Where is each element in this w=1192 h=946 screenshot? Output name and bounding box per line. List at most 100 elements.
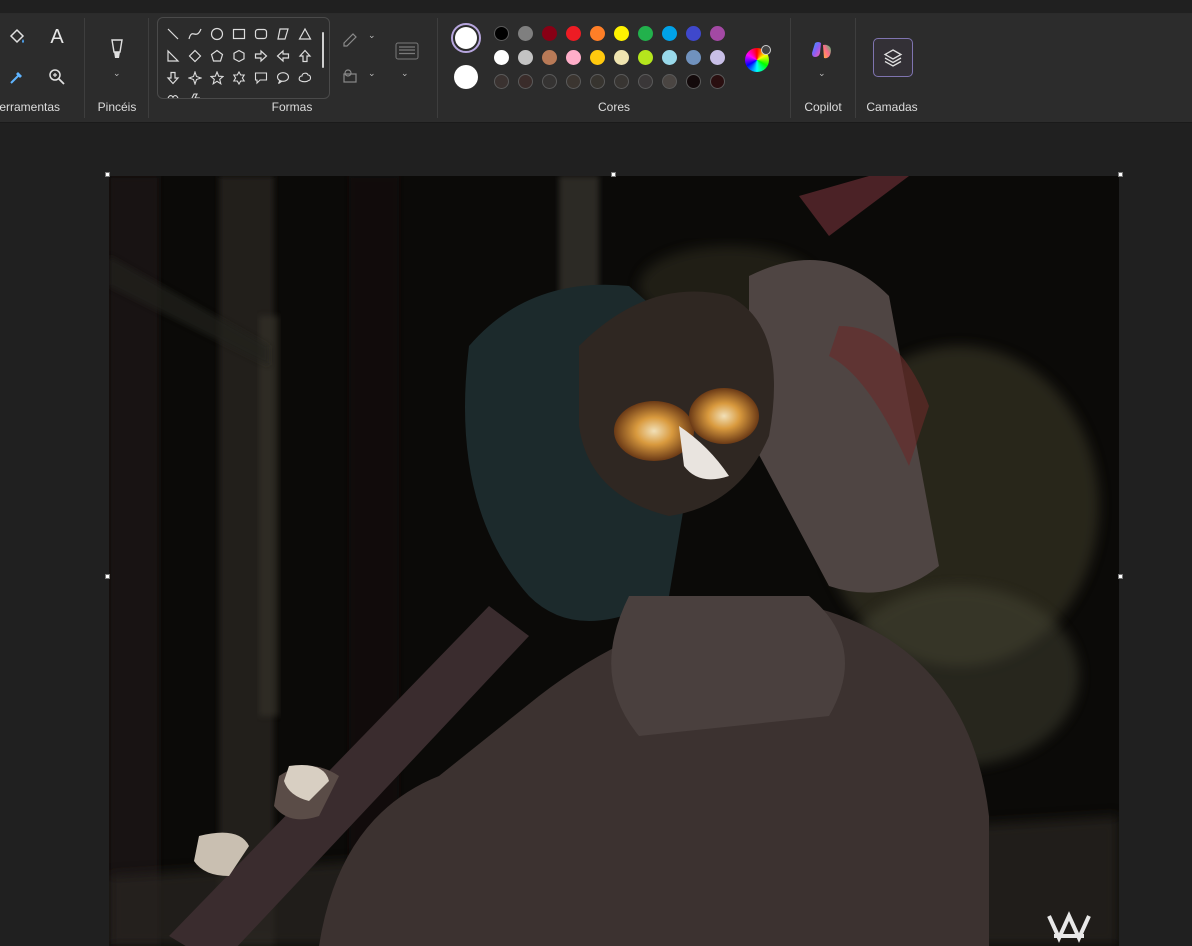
- color-swatch[interactable]: [542, 74, 557, 89]
- hexagon-shape-icon[interactable]: [229, 46, 249, 66]
- color-swatch[interactable]: [518, 74, 533, 89]
- right-triangle-shape-icon[interactable]: [163, 46, 183, 66]
- fill-chevron-down-icon[interactable]: ⌄: [368, 68, 376, 79]
- oval-callout-shape-icon[interactable]: [273, 68, 293, 88]
- five-point-star-shape-icon[interactable]: [207, 68, 227, 88]
- color-swatch[interactable]: [542, 50, 557, 65]
- fill-icon[interactable]: [338, 62, 362, 92]
- arm: [611, 596, 845, 736]
- diamond-shape-icon[interactable]: [185, 46, 205, 66]
- fill-bucket-icon[interactable]: [2, 22, 32, 52]
- color-swatch[interactable]: [590, 74, 605, 89]
- resize-handle-left[interactable]: [105, 574, 110, 579]
- cloud-callout-shape-icon[interactable]: [295, 68, 315, 88]
- polygon-shape-icon[interactable]: [273, 24, 293, 44]
- color-swatch[interactable]: [638, 74, 653, 89]
- six-point-star-shape-icon[interactable]: [229, 68, 249, 88]
- color-swatch[interactable]: [494, 26, 509, 41]
- outline-chevron-down-icon[interactable]: ⌄: [368, 30, 376, 41]
- magnifier-icon[interactable]: [42, 62, 72, 92]
- separator: [855, 18, 856, 118]
- color-swatch[interactable]: [686, 50, 701, 65]
- shapes-scrollbar[interactable]: [322, 32, 324, 68]
- plus-badge-icon: [761, 45, 771, 55]
- color-swatch[interactable]: [638, 26, 653, 41]
- color-swatch[interactable]: [494, 50, 509, 65]
- separator: [148, 18, 149, 118]
- color-swatch[interactable]: [710, 74, 725, 89]
- rounded-rectangle-shape-icon[interactable]: [251, 24, 271, 44]
- canvas-artwork[interactable]: [109, 176, 1119, 946]
- pentagon-shape-icon[interactable]: [207, 46, 227, 66]
- separator: [790, 18, 791, 118]
- color-swatch[interactable]: [566, 26, 581, 41]
- color-swatch[interactable]: [590, 50, 605, 65]
- resize-handle-top[interactable]: [611, 172, 616, 177]
- color-swatch[interactable]: [662, 74, 677, 89]
- artwork-image: [109, 176, 1119, 946]
- oval-shape-icon[interactable]: [207, 24, 227, 44]
- color-swatch[interactable]: [614, 26, 629, 41]
- brush-icon[interactable]: [102, 36, 132, 66]
- curve-shape-icon[interactable]: [185, 24, 205, 44]
- separator: [437, 18, 438, 118]
- shapes-group-label: Formas: [271, 100, 313, 114]
- primary-color-swatch: [455, 27, 477, 49]
- primary-color-selector[interactable]: [451, 23, 481, 53]
- color-swatch[interactable]: [614, 74, 629, 89]
- separator: [84, 18, 85, 118]
- brush-chevron-down-icon[interactable]: ⌄: [113, 68, 121, 79]
- color-swatch[interactable]: [494, 74, 509, 89]
- color-swatch[interactable]: [662, 50, 677, 65]
- left-arrow-shape-icon[interactable]: [273, 46, 293, 66]
- color-swatch[interactable]: [638, 50, 653, 65]
- triangle-shape-icon[interactable]: [295, 24, 315, 44]
- color-swatch[interactable]: [566, 74, 581, 89]
- copilot-icon[interactable]: [807, 36, 837, 66]
- copilot-group-label: Copilot: [804, 100, 842, 114]
- brushes-group-label: Pincéis: [97, 100, 137, 114]
- rectangle-shape-icon[interactable]: [229, 24, 249, 44]
- layers-icon: [883, 48, 903, 67]
- layers-group-label: Camadas: [866, 100, 918, 114]
- color-swatch[interactable]: [686, 26, 701, 41]
- line-size-chevron-down-icon[interactable]: ⌄: [401, 68, 409, 79]
- line-shape-icon[interactable]: [163, 24, 183, 44]
- color-swatch[interactable]: [518, 50, 533, 65]
- color-picker-icon[interactable]: [2, 62, 32, 92]
- color-swatch[interactable]: [614, 50, 629, 65]
- rectangular-callout-shape-icon[interactable]: [251, 68, 271, 88]
- color-swatch[interactable]: [518, 26, 533, 41]
- outline-icon[interactable]: [338, 24, 362, 54]
- edit-colors-icon[interactable]: [745, 45, 771, 72]
- lightning-shape-icon[interactable]: [185, 90, 205, 98]
- secondary-color-swatch[interactable]: [454, 65, 478, 89]
- layers-button[interactable]: [873, 38, 913, 77]
- title-strip: [0, 0, 1192, 14]
- line-size-icon[interactable]: [392, 36, 422, 66]
- four-point-star-shape-icon[interactable]: [185, 68, 205, 88]
- resize-handle-top-left[interactable]: [105, 172, 110, 177]
- down-arrow-shape-icon[interactable]: [163, 68, 183, 88]
- color-swatch[interactable]: [542, 26, 557, 41]
- colors-group-label: Cores: [597, 100, 630, 114]
- resize-handle-top-right[interactable]: [1118, 172, 1123, 177]
- text-tool-icon[interactable]: A: [42, 22, 72, 52]
- color-swatch[interactable]: [686, 74, 701, 89]
- copilot-chevron-down-icon[interactable]: ⌄: [818, 68, 826, 79]
- shapes-gallery: [157, 17, 330, 99]
- glowing-eye: [689, 388, 759, 444]
- color-swatch[interactable]: [710, 50, 725, 65]
- up-arrow-shape-icon[interactable]: [295, 46, 315, 66]
- color-swatch[interactable]: [710, 26, 725, 41]
- text-tool-glyph: A: [50, 25, 64, 48]
- color-swatch[interactable]: [566, 50, 581, 65]
- tools-group-label: Ferramentas: [0, 100, 61, 114]
- color-swatch[interactable]: [590, 26, 605, 41]
- resize-handle-right[interactable]: [1118, 574, 1123, 579]
- ribbon-toolbar: A Ferramentas ⌄ Pincéis: [0, 14, 1192, 123]
- heart-shape-icon[interactable]: [163, 90, 183, 98]
- color-swatch[interactable]: [662, 26, 677, 41]
- right-arrow-shape-icon[interactable]: [251, 46, 271, 66]
- tree-trunk: [259, 316, 279, 716]
